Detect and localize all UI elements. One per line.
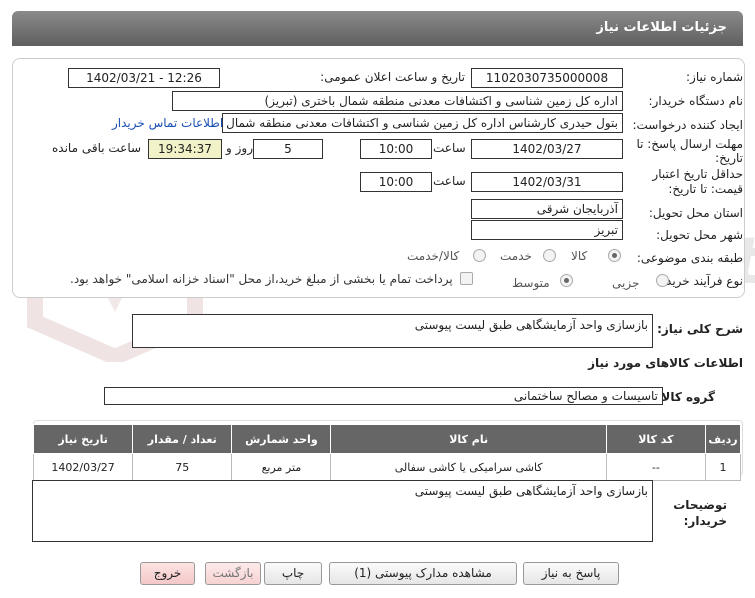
treasury-payment-checkbox[interactable] [460,272,473,285]
goods-section-title: اطلاعات کالاهای مورد نیاز [588,356,743,370]
need-number-field: 1102030735000008 [471,68,623,88]
items-table-header: ردیف کد کالا نام کالا واحد شمارش تعداد /… [32,424,742,454]
description-text: بازسازی واحد آزمایشگاهی طبق لیست پیوستی [414,318,648,332]
description-label: شرح کلی نیاز: [657,322,743,336]
category-option-goods-service: کالا/خدمت [407,249,460,263]
process-radio-minor[interactable] [656,274,669,287]
buyer-contact-link[interactable]: اطلاعات تماس خریدار [112,116,223,130]
col-name: نام کالا [330,424,607,454]
requester-field: بتول حیدری کارشناس اداره کل زمین شناسی و… [222,113,623,133]
reply-time-label: ساعت [433,141,466,155]
category-radio-goods[interactable] [608,249,621,262]
buyer-org-field: اداره کل زمین شناسی و اکتشافات معدنی منط… [172,91,623,111]
buyer-notes-label-2: خریدار: [683,514,727,528]
page-header: جزئیات اطلاعات نیاز [12,11,743,46]
col-code: کد کالا [605,424,706,454]
category-option-goods: کالا [571,249,588,263]
reply-button[interactable]: پاسخ به نیاز [523,562,619,585]
goods-group-field: تاسیسات و مصالح ساختمانی [104,387,663,405]
table-row: 1 -- کاشی سرامیکی یا کاشی سفالی متر مربع… [32,453,742,481]
cell-name: کاشی سرامیکی یا کاشی سفالی [330,453,607,481]
requester-label: ایجاد کننده درخواست: [632,118,743,132]
col-need-date: تاریخ نیاز [32,424,134,454]
cell-quantity: 75 [132,453,233,481]
remaining-time-field: 19:34:37 [148,139,222,159]
announce-date-field: 1402/03/21 - 12:26 [68,68,220,88]
process-option-medium: متوسط [512,276,550,290]
city-label: شهر محل تحویل: [656,228,743,242]
cell-unit: متر مربع [231,453,332,481]
reply-time-field: 10:00 [360,139,432,159]
validity-date-field: 1402/03/31 [471,172,623,192]
need-number-label: شماره نیاز: [686,70,743,84]
buyer-org-label: نام دستگاه خریدار: [648,94,744,108]
process-type-label: نوع فرآیند خرید : [658,274,743,288]
items-table: ردیف کد کالا نام کالا واحد شمارش تعداد /… [32,424,742,481]
announce-date-label: تاریخ و ساعت اعلان عمومی: [320,70,465,84]
validity-label: حداقل تاریخ اعتبار [652,167,743,181]
validity-label-2: قیمت: تا تاریخ: [668,182,743,196]
reply-date-field: 1402/03/27 [471,139,623,159]
process-option-minor: جزیی [612,276,640,290]
category-option-service: خدمت [500,249,532,263]
city-field: تبریز [471,220,623,240]
validity-time-field: 10:00 [360,172,432,192]
col-unit: واحد شمارش [231,424,332,454]
buyer-notes-label: توضیحات [673,498,727,512]
validity-time-label: ساعت [433,174,466,188]
cell-code: -- [605,453,706,481]
reply-deadline-label: مهلت ارسال پاسخ: تا [636,137,743,151]
page-title: جزئیات اطلاعات نیاز [596,20,727,35]
category-radio-goods-service[interactable] [473,249,486,262]
reply-deadline-label-2: تاریخ: [715,151,743,165]
description-textarea: بازسازی واحد آزمایشگاهی طبق لیست پیوستی [132,314,653,348]
province-label: استان محل تحویل: [648,206,743,220]
province-field: آذربایجان شرقی [471,199,623,219]
print-button[interactable]: چاپ [264,562,322,585]
cell-row: 1 [704,453,742,481]
back-button[interactable]: بازگشت [205,562,261,585]
cell-need-date: 1402/03/27 [32,453,134,481]
goods-group-label: گروه کالا: [656,390,715,404]
col-row: ردیف [704,424,742,454]
remaining-time-label: ساعت باقی مانده [52,141,142,155]
category-label: طبقه بندی موضوعی: [636,251,743,265]
buyer-notes-textarea: بازسازی واحد آزمایشگاهی طبق لیست پیوستی [32,480,653,542]
process-radio-medium[interactable] [560,274,573,287]
exit-button[interactable]: خروج [140,562,195,585]
view-attachments-button[interactable]: مشاهده مدارک پیوستی (1) [329,562,517,585]
buyer-notes-text: بازسازی واحد آزمایشگاهی طبق لیست پیوستی [414,484,648,498]
col-quantity: تعداد / مقدار [132,424,233,454]
days-label: روز و [226,141,253,155]
days-remaining-field: 5 [253,139,323,159]
category-radio-service[interactable] [543,249,556,262]
treasury-payment-note: پرداخت تمام یا بخشی از مبلغ خرید،از محل … [70,272,453,286]
